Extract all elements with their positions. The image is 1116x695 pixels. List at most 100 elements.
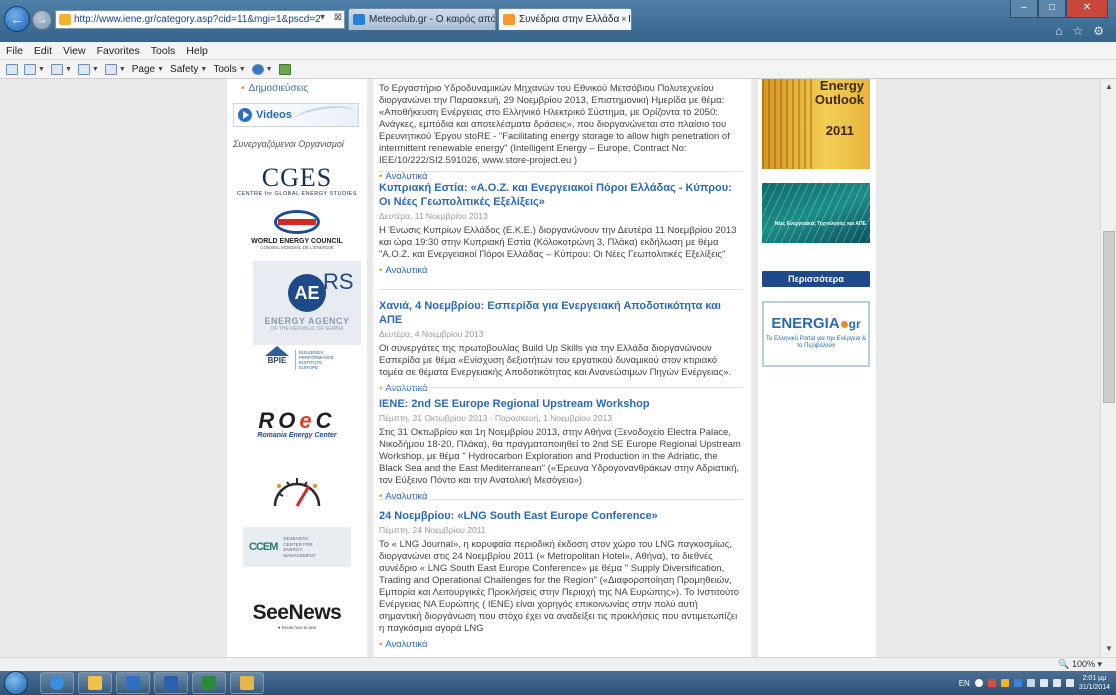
menu-favorites[interactable]: Favorites <box>97 45 140 57</box>
tray-antivirus-icon[interactable] <box>987 679 996 687</box>
forward-button[interactable]: → <box>32 10 52 30</box>
partner-roec-logo[interactable]: ROeC Romania Energy Center <box>227 404 367 444</box>
article-title[interactable]: Χανιά, 4 Νοεμβρίου: Εσπερίδα για Ενεργει… <box>379 299 743 327</box>
details-link[interactable]: Αναλυτικά <box>379 491 743 502</box>
publications-link[interactable]: Δημοσιεύσεις <box>241 83 309 94</box>
status-bar: 🔍 100% ▾ <box>0 657 1116 671</box>
menu-view[interactable]: View <box>63 45 86 57</box>
zoom-control[interactable]: 🔍 100% ▾ <box>1058 659 1102 670</box>
tab-label: Meteoclub.gr - Ο καιρός από ε... <box>369 14 496 25</box>
clock[interactable]: 2:01 μμ 31/1/2014 <box>1079 674 1110 692</box>
command-bar: ▼ ▼ ▼ ▼ Page ▼ Safety ▼ Tools ▼ ▼ <box>0 60 1116 79</box>
scroll-up-icon[interactable]: ▲ <box>1101 79 1116 95</box>
maximize-button[interactable]: □ <box>1038 0 1066 18</box>
home-icon[interactable]: ⌂ <box>1055 24 1062 38</box>
article-item: 24 Νοεμβρίου: «LNG South East Europe Con… <box>379 509 743 650</box>
home-dropdown[interactable]: ▼ <box>24 63 45 75</box>
tab-iene[interactable]: Συνέδρια στην Ελλάδα - IENE × <box>498 8 632 30</box>
taskbar-files[interactable] <box>230 672 264 694</box>
energia-tagline: Το Ελληνικό Portal για την Ενέργεια & το… <box>765 336 867 349</box>
roec-subname: Romania Energy Center <box>257 431 337 439</box>
tray-app-icon[interactable] <box>1000 679 1009 687</box>
safety-menu[interactable]: Safety ▼ <box>170 64 207 75</box>
tools-menu[interactable]: Tools ▼ <box>213 64 245 75</box>
monitor-icon[interactable] <box>1052 679 1061 687</box>
details-link[interactable]: Αναλυτικά <box>379 383 743 394</box>
partner-gauge-logo[interactable] <box>227 461 367 517</box>
back-button[interactable]: ← <box>4 6 30 32</box>
videos-banner[interactable]: Videos <box>233 102 359 130</box>
menu-tools[interactable]: Tools <box>151 45 176 57</box>
start-button[interactable] <box>4 671 28 695</box>
chevron-down-icon: ▼ <box>238 65 246 73</box>
files-icon <box>240 676 254 690</box>
right-sidebar: Energy Outlook 2011 Νέες Ενεργειακές Τεχ… <box>758 79 876 657</box>
main-content: Το Εργαστήριο Υδροδυναμικών Μηχανών του … <box>373 79 751 657</box>
language-indicator[interactable]: EN <box>959 679 970 688</box>
energia-banner[interactable]: ENERGIA gr Το Ελληνικό Portal για την Ενέ… <box>762 301 870 367</box>
tray-app-icon[interactable] <box>1013 679 1022 687</box>
taskbar-ie[interactable] <box>40 672 74 694</box>
minimize-button[interactable]: – <box>1010 0 1038 18</box>
vertical-scrollbar[interactable]: ▲ ▼ <box>1100 79 1116 657</box>
article-title[interactable]: 24 Νοεμβρίου: «LNG South East Europe Con… <box>379 509 743 523</box>
menu-help[interactable]: Help <box>186 45 208 57</box>
chevron-down-icon: ▼ <box>91 65 99 73</box>
menu-bar: File Edit View Favorites Tools Help <box>0 42 1116 60</box>
taskbar-excel[interactable] <box>192 672 226 694</box>
tab-meteoclub[interactable]: Meteoclub.gr - Ο καιρός από ε... <box>348 8 496 30</box>
mail-dropdown[interactable]: ▼ <box>77 63 99 75</box>
energia-gr: gr <box>848 317 861 331</box>
article-date: Δευτέρα, 4 Νοεμβρίου 2013 <box>379 329 484 339</box>
feeds-dropdown[interactable]: ▼ <box>50 63 72 75</box>
more-button[interactable]: Περισσότερα <box>762 271 870 287</box>
favorites-bar-icon[interactable] <box>6 63 18 75</box>
partner-bpie-logo[interactable]: BPIE BUILDINGS PERFORMANCE INSTITUTE EUR… <box>227 337 367 383</box>
partner-ccem-logo[interactable]: CCEM RESEARCH CENTER FOR ENERGY MANAGEME… <box>227 519 367 575</box>
volume-icon[interactable] <box>1065 679 1074 687</box>
wec-globe-icon <box>274 206 320 238</box>
address-url[interactable]: http://www.iene.gr/category.asp?cid=11&m… <box>74 14 321 25</box>
menu-file[interactable]: File <box>6 45 23 57</box>
mail-icon <box>77 63 90 75</box>
print-dropdown[interactable]: ▼ <box>104 63 126 75</box>
swoosh-decoration <box>293 102 355 130</box>
web-page: Δημοσιεύσεις Videos Συνεργαζόμενοι Οργαν… <box>0 79 1100 657</box>
flag-icon[interactable] <box>1039 679 1048 687</box>
taskbar-explorer[interactable] <box>78 672 112 694</box>
energy-outlook-banner[interactable]: Energy Outlook 2011 <box>762 79 870 169</box>
tray-network-icon[interactable] <box>1026 679 1035 687</box>
page-menu[interactable]: Page ▼ <box>132 64 164 75</box>
system-tray: EN 2:01 μμ 31/1/2014 <box>959 671 1110 695</box>
help-dropdown[interactable]: ▼ <box>251 63 273 75</box>
home-icon <box>24 63 36 75</box>
partner-seenews-logo[interactable]: SeeNews ● Know how to see <box>227 589 367 641</box>
settings-gear-icon[interactable]: ⚙ <box>1093 24 1104 38</box>
bpie-house-icon: BPIE <box>265 346 289 374</box>
article-date: Πέμπτη, 24 Νοεμβρίου 2011 <box>379 525 486 535</box>
tray-app-icon[interactable] <box>974 679 983 687</box>
article-title[interactable]: IENE: 2nd SE Europe Regional Upstream Wo… <box>379 397 743 411</box>
zoom-level: 100% <box>1071 659 1095 669</box>
close-tab-icon[interactable]: × <box>621 9 627 30</box>
menu-edit[interactable]: Edit <box>34 45 52 57</box>
address-bar[interactable]: http://www.iene.gr/category.asp?cid=11&m… <box>55 10 345 29</box>
favorites-star-icon[interactable]: ☆ <box>1072 24 1083 38</box>
iene-favicon <box>503 14 515 25</box>
gauge-icon <box>273 478 321 507</box>
details-link[interactable]: Αναλυτικά <box>379 265 743 276</box>
aers-rs-mark: RS <box>323 269 354 294</box>
scroll-down-icon[interactable]: ▼ <box>1101 641 1116 657</box>
wec-name: WORLD ENERGY COUNCIL <box>251 238 343 245</box>
article-title[interactable]: Κυπριακή Εστία: «Α.Ο.Ζ. και Ενεργειακοί … <box>379 181 743 209</box>
new-technologies-banner[interactable]: Νέες Ενεργειακές Τεχνολογίες και ΑΠΕ <box>762 183 870 243</box>
scroll-thumb[interactable] <box>1103 231 1115 403</box>
taskbar-word[interactable] <box>154 672 188 694</box>
partner-wec-logo[interactable]: WORLD ENERGY COUNCIL CONSEIL MONDIAL DE … <box>227 199 367 257</box>
partner-aers-logo[interactable]: AE RS ENERGY AGENCY OF THE REPUBLIC OF S… <box>253 261 361 345</box>
article-item: Το Εργαστήριο Υδροδυναμικών Μηχανών του … <box>379 79 743 182</box>
close-window-button[interactable]: ✕ <box>1066 0 1108 18</box>
research-icon[interactable] <box>278 63 291 75</box>
details-link[interactable]: Αναλυτικά <box>379 639 743 650</box>
taskbar-media[interactable] <box>116 672 150 694</box>
